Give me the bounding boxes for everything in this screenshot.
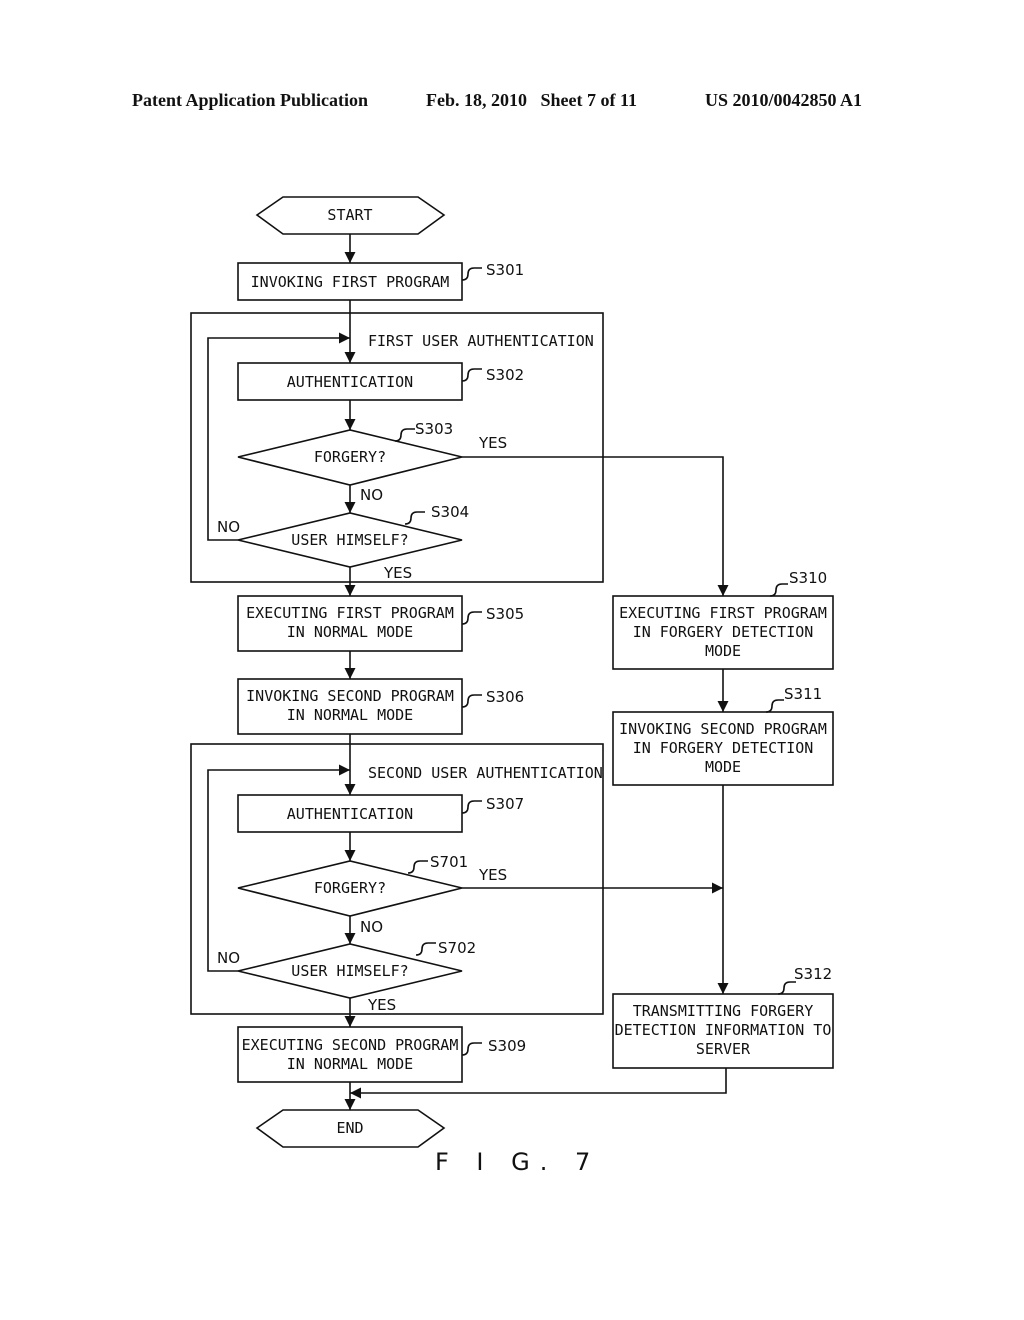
loop-s304-no <box>207 332 350 541</box>
leader-s307 <box>461 800 482 814</box>
s306-text-2: IN NORMAL MODE <box>287 706 413 724</box>
s309-id: S309 <box>488 1037 526 1055</box>
s303-id: S303 <box>415 420 453 438</box>
s312-text-3: SERVER <box>696 1040 751 1058</box>
loop-s702-no <box>207 764 350 972</box>
s304-id: S304 <box>431 503 469 521</box>
s310-text-3: MODE <box>705 642 741 660</box>
s312-text-2: DETECTION INFORMATION TO <box>615 1021 832 1039</box>
end-label: END <box>336 1119 363 1137</box>
leader-s701 <box>407 860 428 874</box>
start-label: START <box>327 206 372 224</box>
leader-s309 <box>461 1042 482 1056</box>
s305-text-2: IN NORMAL MODE <box>287 623 413 641</box>
leader-s304 <box>404 511 425 525</box>
flowchart: START END FIRST USER AUTHENTICATION SECO… <box>190 196 834 1176</box>
s311-id: S311 <box>784 685 822 703</box>
s305-id: S305 <box>486 605 524 623</box>
s312-id: S312 <box>794 965 832 983</box>
s701-text: FORGERY? <box>314 879 386 897</box>
s310-text-1: EXECUTING FIRST PROGRAM <box>619 604 827 622</box>
leader-s301 <box>461 267 482 281</box>
leader-s302 <box>461 368 482 382</box>
s309-text-2: IN NORMAL MODE <box>287 1055 413 1073</box>
s310-text-2: IN FORGERY DETECTION <box>633 623 814 641</box>
s302-text: AUTHENTICATION <box>287 373 413 391</box>
s702-id: S702 <box>438 939 476 957</box>
s305-text-1: EXECUTING FIRST PROGRAM <box>246 604 454 622</box>
s311-text-1: INVOKING SECOND PROGRAM <box>619 720 827 738</box>
leader-s702 <box>415 942 436 956</box>
leader-s310 <box>769 583 788 597</box>
s702-yes-label: YES <box>367 996 396 1014</box>
group-second-label: SECOND USER AUTHENTICATION <box>368 764 603 782</box>
s301-text: INVOKING FIRST PROGRAM <box>251 273 450 291</box>
leader-s306 <box>461 694 482 708</box>
s304-text: USER HIMSELF? <box>291 531 408 549</box>
s312-text-1: TRANSMITTING FORGERY <box>633 1002 814 1020</box>
s702-text: USER HIMSELF? <box>291 962 408 980</box>
s702-no-label: NO <box>217 949 240 967</box>
leader-s305 <box>461 611 482 625</box>
s311-text-2: IN FORGERY DETECTION <box>633 739 814 757</box>
arrow-s303-yes <box>462 456 729 596</box>
leader-s303 <box>394 428 415 442</box>
s701-yes-label: YES <box>478 866 507 884</box>
s306-text-1: INVOKING SECOND PROGRAM <box>246 687 454 705</box>
s303-text: FORGERY? <box>314 448 386 466</box>
s307-text: AUTHENTICATION <box>287 805 413 823</box>
s701-no-label: NO <box>360 918 383 936</box>
s302-id: S302 <box>486 366 524 384</box>
s311-text-3: MODE <box>705 758 741 776</box>
s304-no-label: NO <box>217 518 240 536</box>
s310-id: S310 <box>789 569 827 587</box>
s303-yes-label: YES <box>478 434 507 452</box>
leader-s311 <box>765 699 784 713</box>
s304-yes-label: YES <box>383 564 412 582</box>
group-first-label: FIRST USER AUTHENTICATION <box>368 332 594 350</box>
s309-text-1: EXECUTING SECOND PROGRAM <box>242 1036 459 1054</box>
s701-id: S701 <box>430 853 468 871</box>
s307-id: S307 <box>486 795 524 813</box>
leader-s312 <box>777 981 796 995</box>
s303-no-label: NO <box>360 486 383 504</box>
s301-id: S301 <box>486 261 524 279</box>
s306-id: S306 <box>486 688 524 706</box>
figure-label: F I G. 7 <box>435 1148 600 1176</box>
